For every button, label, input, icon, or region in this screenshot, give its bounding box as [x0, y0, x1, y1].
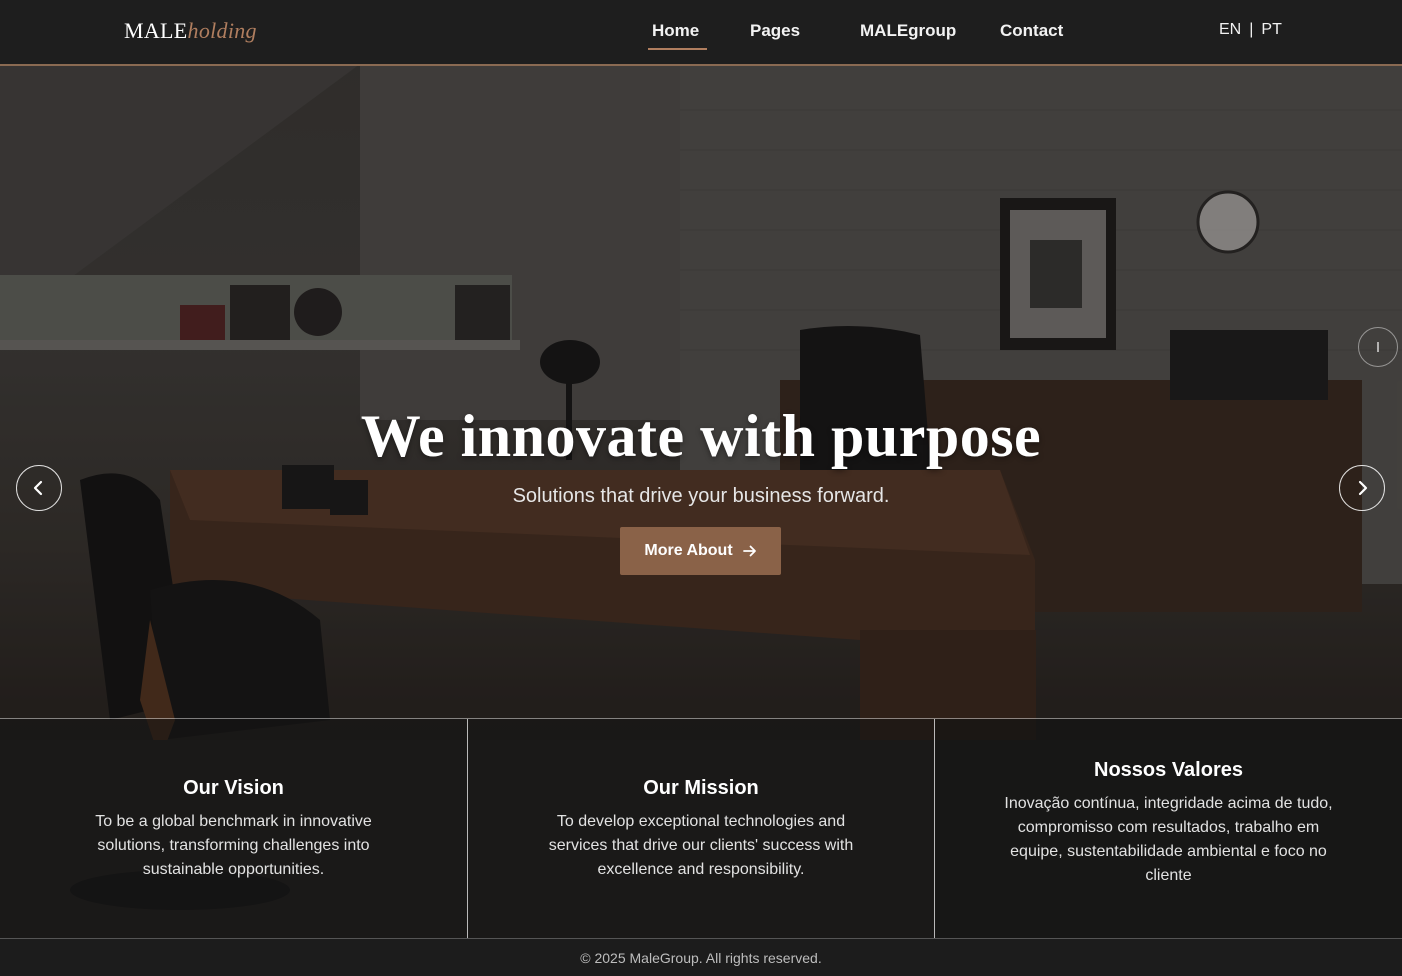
carousel-next-button[interactable] — [1339, 465, 1385, 511]
nav-item-malegroup[interactable]: MALEgroup — [860, 21, 956, 41]
feature-text: To be a global benchmark in innovative s… — [95, 812, 372, 878]
scroll-indicator-dot — [1377, 342, 1379, 352]
navbar: MALEholding Home Pages MALEgroup Contact… — [0, 0, 1402, 66]
more-about-label: More About — [644, 542, 733, 559]
chevron-right-icon — [1358, 480, 1368, 496]
feature-card-mission: Our Mission To develop exceptional techn… — [467, 719, 934, 939]
brand-logo[interactable]: MALEholding — [124, 18, 257, 44]
chevron-left-icon — [33, 480, 43, 496]
lang-en[interactable]: EN — [1219, 21, 1241, 38]
page: MALEholding Home Pages MALEgroup Contact… — [0, 0, 1402, 976]
nav-item-home[interactable]: Home — [647, 21, 708, 50]
feature-card-vision: Our Vision To be a global benchmark in i… — [0, 719, 467, 939]
brand-name-sub: holding — [187, 18, 257, 43]
lang-separator: | — [1249, 21, 1254, 38]
scroll-indicator[interactable] — [1358, 327, 1398, 367]
feature-text: Inovação contínua, integridade acima de … — [1004, 794, 1333, 884]
hero-title: We innovate with purpose — [360, 403, 1042, 469]
hero-subtitle: Solutions that drive your business forwa… — [512, 485, 890, 507]
feature-text: To develop exceptional technologies and … — [548, 812, 854, 878]
nav-item-contact[interactable]: Contact — [1000, 21, 1063, 41]
more-about-button[interactable]: More About — [620, 527, 781, 575]
brand-name-main: MALE — [124, 18, 188, 43]
footer: © 2025 MaleGroup. All rights reserved. — [0, 938, 1402, 976]
nav-item-pages[interactable]: Pages — [750, 21, 800, 41]
feature-title: Nossos Valores — [1094, 758, 1243, 781]
footer-copyright: © 2025 MaleGroup. All rights reserved. — [580, 950, 822, 966]
lang-pt[interactable]: PT — [1261, 21, 1281, 38]
carousel-prev-button[interactable] — [16, 465, 62, 511]
language-switcher: EN | PT — [1219, 21, 1282, 39]
features-section: Our Vision To be a global benchmark in i… — [0, 718, 1402, 939]
feature-title: Our Mission — [643, 776, 759, 799]
feature-title: Our Vision — [183, 776, 284, 799]
arrow-right-icon — [742, 545, 756, 557]
feature-card-values: Nossos Valores Inovação contínua, integr… — [934, 719, 1402, 939]
